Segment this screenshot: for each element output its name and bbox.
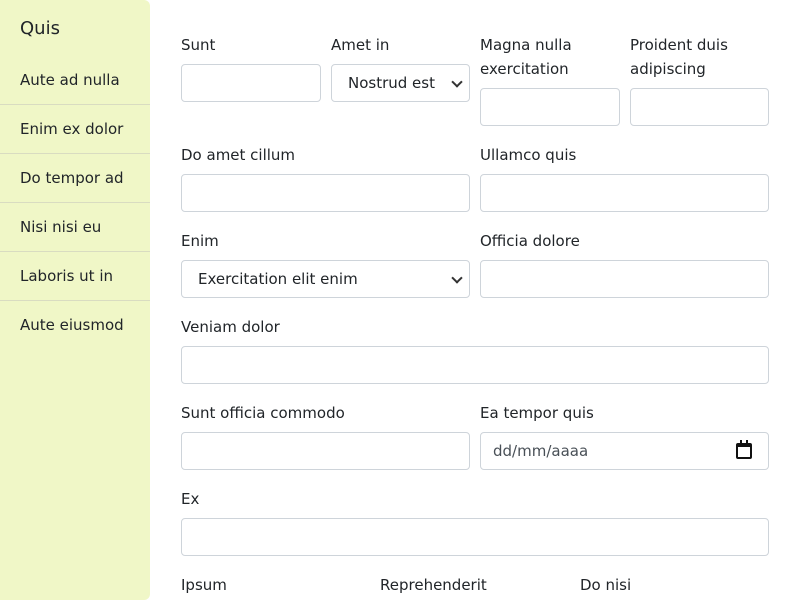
sidebar-item-do-tempor-ad[interactable]: Do tempor ad: [0, 154, 150, 203]
enim-select[interactable]: Exercitation elit enim: [181, 260, 470, 298]
sidebar-item-nisi-nisi-eu[interactable]: Nisi nisi eu: [0, 203, 150, 252]
calendar-icon[interactable]: [736, 440, 752, 459]
field-sunt-officia-commodo: Sunt officia commodo: [181, 401, 470, 470]
field-veniam-dolor: Veniam dolor: [181, 315, 769, 384]
ex-label: Ex: [181, 490, 200, 508]
field-enim: Enim Exercitation elit enim: [181, 229, 470, 298]
magna-label-line2: exercitation: [480, 60, 569, 78]
form-area: Sunt Amet in Nostrud est Magna nulla exe…: [181, 0, 769, 600]
chevron-down-icon: [451, 272, 463, 284]
officia-input[interactable]: [480, 260, 769, 298]
proident-label-line1: Proident duis: [630, 36, 728, 54]
field-magna-nulla: Magna nulla exercitation: [480, 33, 620, 126]
sidebar-title: Quis: [20, 18, 60, 39]
field-ipsum: Ipsum: [181, 573, 371, 597]
field-officia-dolore: Officia dolore: [480, 229, 769, 298]
do-amet-label: Do amet cillum: [181, 146, 296, 164]
ipsum-label: Ipsum: [181, 576, 227, 594]
ex-input[interactable]: [181, 518, 769, 556]
sidebar: Quis Aute ad nulla Enim ex dolor Do temp…: [0, 0, 150, 600]
amet-in-selected-value: Nostrud est: [348, 74, 435, 92]
ullamco-input[interactable]: [480, 174, 769, 212]
do-amet-input[interactable]: [181, 174, 470, 212]
amet-in-select[interactable]: Nostrud est: [331, 64, 470, 102]
field-reprehenderit: Reprehenderit: [380, 573, 570, 597]
chevron-down-icon: [451, 76, 463, 88]
proident-input[interactable]: [630, 88, 769, 126]
enim-selected-value: Exercitation elit enim: [198, 270, 358, 288]
veniam-input[interactable]: [181, 346, 769, 384]
field-amet-in: Amet in Nostrud est: [331, 33, 470, 102]
sunt-officia-label: Sunt officia commodo: [181, 404, 345, 422]
sidebar-item-enim-ex-dolor[interactable]: Enim ex dolor: [0, 105, 150, 154]
sunt-label: Sunt: [181, 36, 216, 54]
sidebar-list: Aute ad nulla Enim ex dolor Do tempor ad…: [0, 56, 150, 350]
do-nisi-label: Do nisi: [580, 576, 632, 594]
field-ullamco-quis: Ullamco quis: [480, 143, 769, 212]
field-ea-tempor-quis: Ea tempor quis dd/mm/aaaa: [480, 401, 769, 470]
proident-label-line2: adipiscing: [630, 60, 706, 78]
veniam-label: Veniam dolor: [181, 318, 280, 336]
reprehenderit-label: Reprehenderit: [380, 576, 487, 594]
field-sunt: Sunt: [181, 33, 321, 102]
enim-label: Enim: [181, 232, 219, 250]
date-placeholder: dd/mm/aaaa: [493, 442, 589, 460]
ullamco-label: Ullamco quis: [480, 146, 577, 164]
ea-tempor-label: Ea tempor quis: [480, 404, 594, 422]
ea-tempor-date-input[interactable]: dd/mm/aaaa: [480, 432, 769, 470]
sunt-officia-input[interactable]: [181, 432, 470, 470]
sidebar-item-laboris-ut-in[interactable]: Laboris ut in: [0, 252, 150, 301]
magna-input[interactable]: [480, 88, 620, 126]
officia-label: Officia dolore: [480, 232, 580, 250]
sidebar-item-aute-ad-nulla[interactable]: Aute ad nulla: [0, 56, 150, 105]
field-do-nisi: Do nisi: [580, 573, 769, 597]
field-ex: Ex: [181, 487, 769, 556]
field-do-amet-cillum: Do amet cillum: [181, 143, 470, 212]
sidebar-item-aute-eiusmod[interactable]: Aute eiusmod: [0, 301, 150, 350]
sunt-input[interactable]: [181, 64, 321, 102]
field-proident-duis: Proident duis adipiscing: [630, 33, 769, 126]
amet-in-label: Amet in: [331, 36, 390, 54]
magna-label-line1: Magna nulla: [480, 36, 572, 54]
